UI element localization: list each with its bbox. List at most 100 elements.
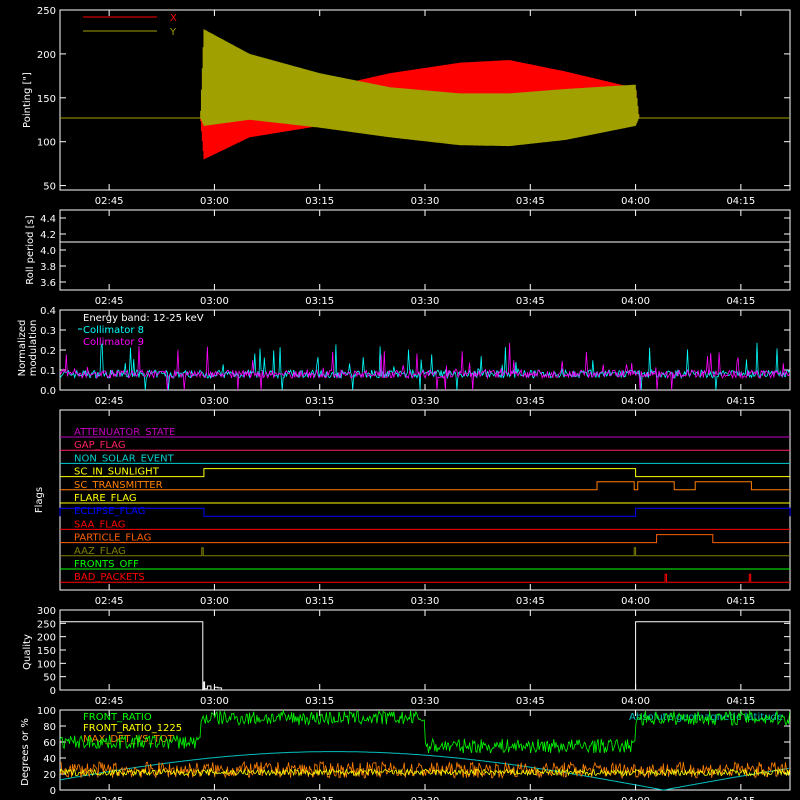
panel-roll-period: Roll period [s] 02:45 03:00 03:15 03:30 03:4… <box>25 209 791 307</box>
x-tick-label: 03:00 <box>200 196 229 207</box>
x-tick-label: 03:15 <box>305 296 334 307</box>
x-tick-label: 03:30 <box>411 696 440 707</box>
panel-ratios: Degrees or % FRONT_RATIO FRONT_RATIO_122… <box>20 706 791 800</box>
y-tick-label: 200 <box>37 50 56 61</box>
legend-collimator-8: Collimator 8 <box>83 325 144 336</box>
y-tick-label: 40 <box>43 754 56 765</box>
panel-quality: Quality 02:45 03:00 03:15 03:30 03:45 04:00 04… <box>22 606 791 707</box>
x-tick-label: 04:00 <box>621 396 650 407</box>
flag-trace <box>60 481 790 491</box>
flag-label: AAZ_FLAG <box>74 546 126 557</box>
panel-modulation-ylabel-line1: Normalized <box>17 320 28 377</box>
x-tick-label: 03:15 <box>305 396 334 407</box>
x-tick-label: 03:45 <box>516 796 545 800</box>
x-tick-label: 03:00 <box>200 596 229 607</box>
y-tick-label: 0 <box>50 786 56 797</box>
flag-trace <box>59 507 791 517</box>
x-tick-label: 03:00 <box>200 796 229 800</box>
x-tick-label: 04:00 <box>621 596 650 607</box>
x-tick-label: 04:00 <box>621 196 650 207</box>
y-tick-label: 250 <box>37 619 56 630</box>
y-tick-label: 3.6 <box>40 278 56 289</box>
panel-quality-ylabel: Quality <box>22 634 33 670</box>
x-tick-label: 04:15 <box>726 396 755 407</box>
x-tick-label: 02:45 <box>95 296 124 307</box>
y-tick-label: 100 <box>37 706 56 717</box>
x-tick-label: 04:15 <box>726 796 755 800</box>
flag-trace <box>60 573 790 583</box>
x-tick-label: 03:30 <box>411 296 440 307</box>
y-tick-label: 4.4 <box>40 214 56 225</box>
panel-modulation-ylabel-line2: modulation <box>28 320 39 377</box>
flag-trace <box>60 468 790 478</box>
y-tick-label: 80 <box>43 722 56 733</box>
panel-roll-ylabel: Roll period [s] <box>25 215 36 284</box>
x-tick-label: 04:00 <box>621 296 650 307</box>
x-tick-label: 02:45 <box>95 596 124 607</box>
legend-front-ratio: FRONT_RATIO <box>83 712 152 723</box>
x-tick-label: 04:15 <box>726 196 755 207</box>
panel-ratios-ylabel: Degrees or % <box>20 718 31 786</box>
y-tick-label: 4.0 <box>40 246 56 257</box>
series-quality <box>60 621 790 691</box>
flag-trace <box>60 547 790 557</box>
legend-collimator-9: Collimator 9 <box>83 337 144 348</box>
x-tick-label: 04:00 <box>621 796 650 800</box>
panel-modulation: Normalized modulation Energy band: 12-25… <box>17 306 791 407</box>
x-tick-label: 03:45 <box>516 196 545 207</box>
y-tick-label: 100 <box>37 138 56 149</box>
series-collimator-9 <box>59 342 790 391</box>
y-tick-label: 0.0 <box>40 386 56 397</box>
y-tick-label: 60 <box>43 738 56 749</box>
y-tick-label: 250 <box>37 6 56 17</box>
x-tick-label: 03:45 <box>516 396 545 407</box>
legend-y-label: Y <box>169 27 177 38</box>
x-tick-label: 03:15 <box>305 596 334 607</box>
plot-canvas: Pointing ["] X Y 02:45 03:00 03:15 03:30 03:… <box>0 0 800 800</box>
y-tick-label: 150 <box>37 646 56 657</box>
x-tick-label: 03:15 <box>305 196 334 207</box>
legend-front-ratio-1225: FRONT_RATIO_1225 <box>83 723 182 734</box>
flag-label: SC_TRANSMITTER <box>74 480 163 491</box>
y-tick-label: 3.8 <box>40 262 56 273</box>
flag-label: GAP_FLAG <box>74 440 126 451</box>
y-tick-label: 300 <box>37 606 56 617</box>
y-tick-label: 0.2 <box>40 346 56 357</box>
x-tick-label: 03:45 <box>516 696 545 707</box>
flag-label: SAA_FLAG <box>74 519 125 530</box>
series-collimator-8 <box>59 342 790 391</box>
x-tick-label: 03:00 <box>200 696 229 707</box>
x-tick-label: 02:45 <box>95 196 124 207</box>
x-tick-label: 02:45 <box>95 796 124 800</box>
x-tick-label: 04:15 <box>726 696 755 707</box>
x-tick-label: 03:45 <box>516 596 545 607</box>
y-tick-label: 150 <box>37 94 56 105</box>
legend-x-label: X <box>170 13 177 24</box>
x-tick-label: 02:45 <box>95 696 124 707</box>
flag-label: FRONTS_OFF <box>74 559 139 570</box>
y-tick-label: 0.4 <box>40 306 56 317</box>
flag-label: SC_IN_SUNLIGHT <box>74 467 160 478</box>
y-tick-label: 50 <box>43 182 56 193</box>
y-tick-label: 0 <box>50 686 56 697</box>
x-tick-label: 03:15 <box>305 696 334 707</box>
x-tick-label: 03:30 <box>411 196 440 207</box>
panel-flags: Flags 02:45 03:00 03:15 03:30 03:45 04:00 04:1… <box>34 409 791 607</box>
plot-frame <box>59 209 791 291</box>
y-tick-label: 100 <box>37 659 56 670</box>
y-tick-label: 0.1 <box>40 366 56 377</box>
y-tick-label: 50 <box>43 673 56 684</box>
x-tick-label: 03:15 <box>305 796 334 800</box>
flag-trace <box>60 534 790 544</box>
flag-label: BAD_PACKETS <box>74 572 145 583</box>
x-tick-label: 03:45 <box>516 296 545 307</box>
y-tick-label: 0.3 <box>40 326 56 337</box>
x-tick-label: 03:30 <box>411 596 440 607</box>
x-tick-label: 03:30 <box>411 796 440 800</box>
x-tick-label: 04:15 <box>726 296 755 307</box>
flag-label: ATTENUATOR_STATE <box>74 427 175 438</box>
x-tick-label: 03:00 <box>200 396 229 407</box>
y-tick-label: 4.2 <box>40 230 56 241</box>
x-tick-label: 03:00 <box>200 296 229 307</box>
flag-label: FLARE_FLAG <box>74 493 137 504</box>
